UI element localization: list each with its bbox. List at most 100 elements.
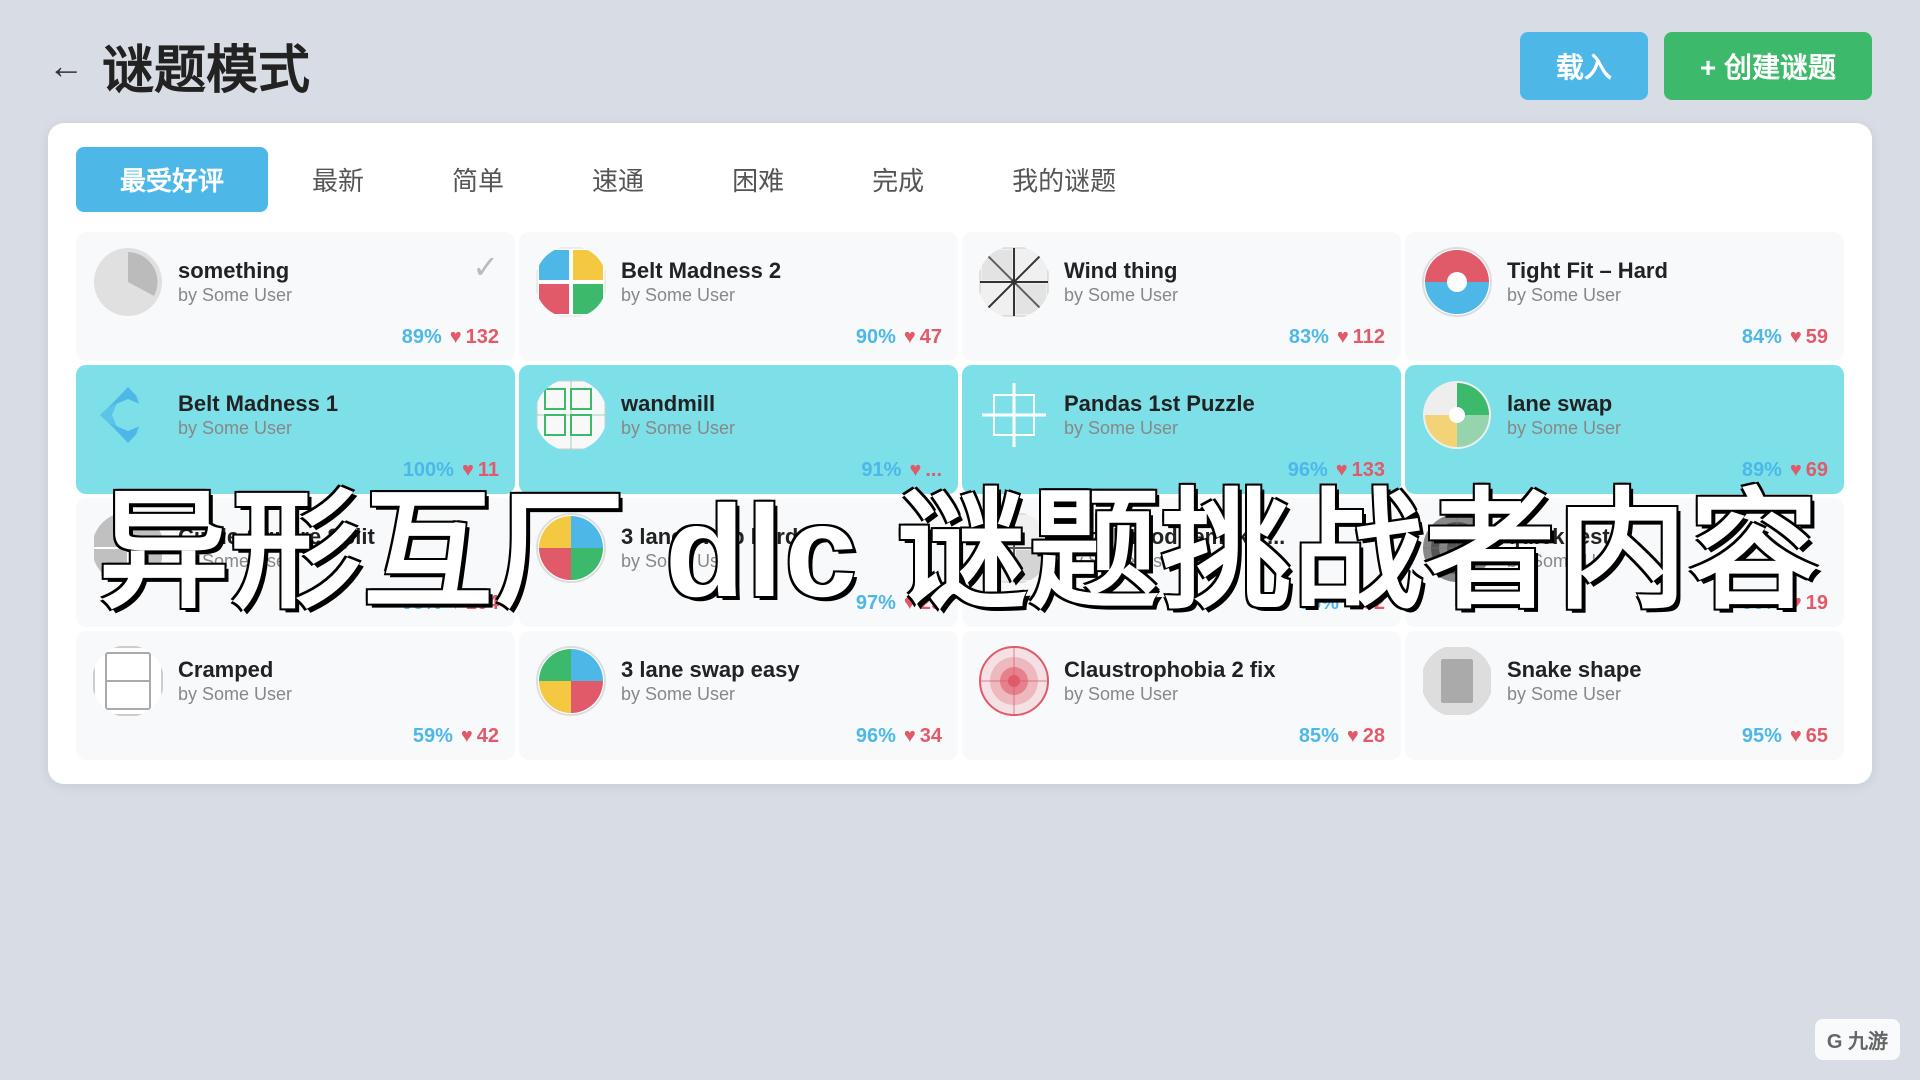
- likes-count: 34: [920, 725, 942, 748]
- puzzle-icon-pandas-1st-puzzle: [978, 379, 1050, 451]
- card-stats: 95%♥65: [1421, 725, 1828, 748]
- likes-count: 104: [466, 592, 499, 615]
- puzzle-card-belt-madness-2[interactable]: Belt Madness 2by Some User 90% ♥47: [519, 232, 958, 361]
- puzzle-likes: ♥65: [1790, 725, 1828, 748]
- puzzle-card-3-lane-swap-easy[interactable]: 3 lane swap easyby Some User96%♥34: [519, 631, 958, 760]
- puzzle-icon-lane-swap: [1421, 379, 1493, 451]
- puzzle-author: by Some User: [1064, 418, 1255, 439]
- puzzle-title: Tight Fit – Hard: [1507, 258, 1668, 284]
- heart-icon: ♥: [1790, 326, 1802, 349]
- check-icon: ✓: [472, 248, 499, 286]
- tab-速通[interactable]: 速通: [548, 147, 688, 212]
- likes-count: 133: [1352, 459, 1385, 482]
- puzzle-author: by Some User: [1507, 285, 1668, 306]
- puzzle-likes: ♥28: [1347, 725, 1385, 748]
- tab-简单[interactable]: 简单: [408, 147, 548, 212]
- puzzle-rating: 85%: [1299, 725, 1339, 748]
- heart-icon: ♥: [909, 459, 921, 482]
- puzzle-likes: ♥...: [909, 459, 942, 482]
- card-stats: 90%♥19: [1421, 592, 1828, 615]
- puzzle-card-circle-square-split[interactable]: Circle-Square Splitby Some User 93% ♥104: [76, 498, 515, 627]
- puzzle-likes: ♥104: [450, 592, 499, 615]
- puzzle-rating: 90%: [856, 326, 896, 349]
- heart-icon: ♥: [1347, 592, 1359, 615]
- likes-count: 132: [466, 326, 499, 349]
- puzzle-icon-something: [92, 246, 164, 318]
- back-button[interactable]: ←: [48, 45, 84, 87]
- puzzle-card-snake-shape[interactable]: Snake shapeby Some User 95%♥65: [1405, 631, 1844, 760]
- puzzle-title: Snake shape: [1507, 657, 1642, 683]
- puzzle-icon-circle-square-split: [92, 512, 164, 584]
- puzzle-likes: ♥47: [904, 326, 942, 349]
- heart-icon: ♥: [450, 326, 462, 349]
- puzzle-card-claustrophobia-2-fix[interactable]: Claustrophobia 2 fixby Some User 85% ♥28: [962, 631, 1401, 760]
- card-top: Wind thingby Some User: [978, 246, 1385, 318]
- puzzle-likes: ♥11: [462, 459, 499, 482]
- heart-icon: ♥: [1336, 459, 1348, 482]
- tab-困难[interactable]: 困难: [688, 147, 828, 212]
- puzzle-author: by Some User: [1507, 684, 1642, 705]
- puzzle-icon-snake-shape: [1421, 645, 1493, 717]
- puzzle-card-wind-thing[interactable]: Wind thingby Some User83%♥112: [962, 232, 1401, 361]
- page-title: 谜题模式: [102, 28, 310, 103]
- likes-count: 62: [1363, 592, 1385, 615]
- likes-count: 112: [1353, 326, 1385, 349]
- puzzle-likes: ♥133: [1336, 459, 1385, 482]
- puzzle-author: by Some User: [1064, 684, 1275, 705]
- likes-count: 69: [1806, 459, 1828, 482]
- puzzle-title: 3 lane swap easy: [621, 657, 800, 683]
- puzzle-likes: ♥62: [1347, 592, 1385, 615]
- puzzle-rating: 84%: [1742, 326, 1782, 349]
- likes-count: 28: [1363, 725, 1385, 748]
- create-button[interactable]: + 创建谜题: [1664, 32, 1872, 100]
- puzzle-likes: ♥19: [1790, 592, 1828, 615]
- puzzle-title: Cramped: [178, 657, 292, 683]
- card-top: Snake shapeby Some User: [1421, 645, 1828, 717]
- puzzle-card-tight-fit-hard[interactable]: Tight Fit – Hardby Some User84%♥59: [1405, 232, 1844, 361]
- load-button[interactable]: 载入: [1520, 32, 1648, 100]
- puzzle-title: Belt Madness 1: [178, 391, 338, 417]
- puzzle-card-belt-madness-1[interactable]: Belt Madness 1by Some User100%♥11: [76, 365, 515, 494]
- header-left: ← 谜题模式: [48, 28, 310, 103]
- puzzle-rating: 59%: [413, 725, 453, 748]
- puzzle-card-pandas-1st-puzzle[interactable]: Pandas 1st Puzzleby Some User96%♥133: [962, 365, 1401, 494]
- likes-count: 42: [477, 725, 499, 748]
- puzzle-title: Claustrophobia 2 fix: [1064, 657, 1275, 683]
- likes-count: 65: [1806, 725, 1828, 748]
- puzzle-title: Wind thing: [1064, 258, 1178, 284]
- puzzle-title: quick test: [1507, 524, 1621, 550]
- card-top: Claustrophobia 2 fixby Some User: [978, 645, 1385, 717]
- puzzle-card-wandmill[interactable]: wandmillby Some User91%♥...: [519, 365, 958, 494]
- puzzle-card-3-lane-swap-hard[interactable]: 3 lane swap hardby Some User97%♥29: [519, 498, 958, 627]
- puzzle-card-quick-test[interactable]: quick testby Some User90%♥19: [1405, 498, 1844, 627]
- puzzle-likes: ♥112: [1337, 326, 1385, 349]
- card-top: Circle-Square Splitby Some User: [92, 512, 499, 584]
- tab-我的谜题[interactable]: 我的谜题: [968, 147, 1160, 212]
- puzzle-rating: 93%: [402, 592, 442, 615]
- puzzle-title: something: [178, 258, 292, 284]
- puzzle-title: 3 lane swap hard: [621, 524, 798, 550]
- tab-最新[interactable]: 最新: [268, 147, 408, 212]
- puzzle-icon-cramped: [92, 645, 164, 717]
- card-stats: 90% ♥47: [535, 326, 942, 349]
- puzzle-author: by Some User: [621, 285, 781, 306]
- heart-icon: ♥: [1347, 725, 1359, 748]
- puzzle-rating: 89%: [1742, 459, 1782, 482]
- puzzle-icon-puzzlemod-remake: [978, 512, 1050, 584]
- card-top: Crampedby Some User: [92, 645, 499, 717]
- card-stats: 96%♥62: [978, 592, 1385, 615]
- puzzle-author: by Some User: [621, 418, 735, 439]
- card-top: somethingby Some User: [92, 246, 499, 318]
- puzzle-card-puzzlemod-remake[interactable]: puzzlemod remake ...by Some User96%♥62: [962, 498, 1401, 627]
- puzzle-author: by Some User: [1507, 418, 1621, 439]
- puzzle-card-lane-swap[interactable]: lane swapby Some User89%♥69: [1405, 365, 1844, 494]
- puzzle-card-cramped[interactable]: Crampedby Some User59%♥42: [76, 631, 515, 760]
- puzzle-title: Belt Madness 2: [621, 258, 781, 284]
- puzzle-card-something[interactable]: somethingby Some User✓89%♥132: [76, 232, 515, 361]
- card-stats: 96%♥133: [978, 459, 1385, 482]
- puzzle-likes: ♥132: [450, 326, 499, 349]
- tab-完成[interactable]: 完成: [828, 147, 968, 212]
- puzzle-likes: ♥34: [904, 725, 942, 748]
- tab-最受好评[interactable]: 最受好评: [76, 147, 268, 212]
- heart-icon: ♥: [1790, 459, 1802, 482]
